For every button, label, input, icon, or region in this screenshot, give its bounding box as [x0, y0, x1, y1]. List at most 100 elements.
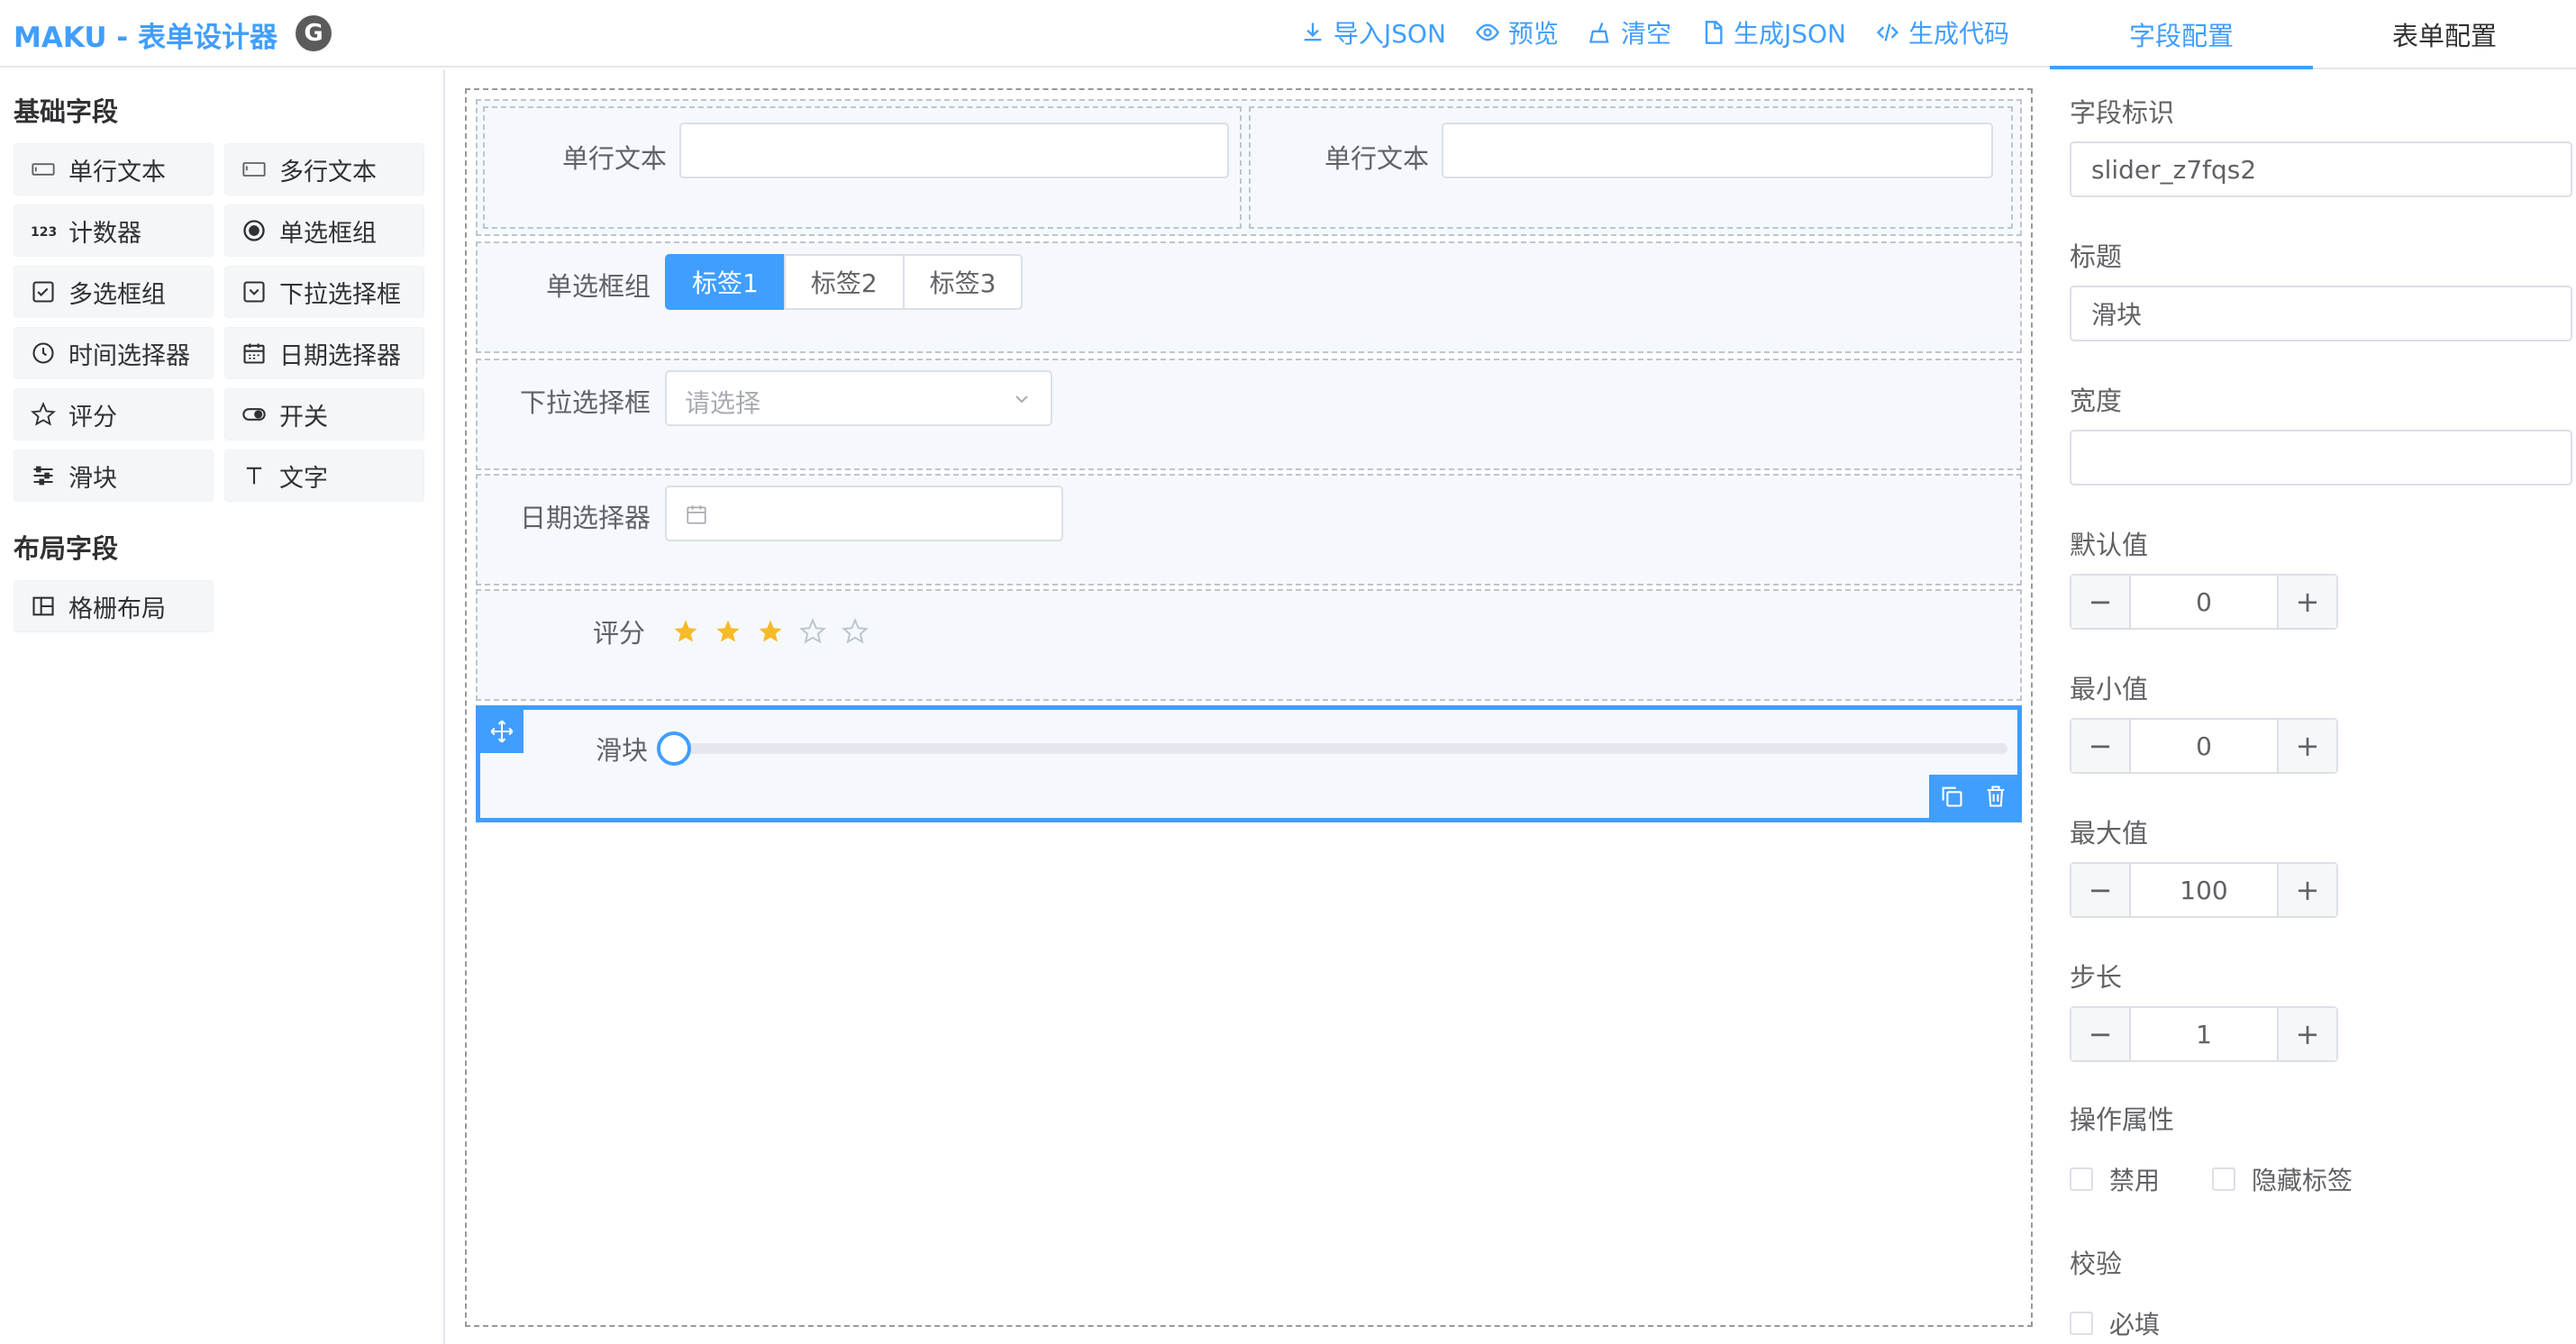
star-filled-icon[interactable]	[672, 618, 699, 645]
required-checkbox[interactable]: 必填	[2070, 1305, 2160, 1341]
text-icon	[246, 467, 262, 485]
palette-item-input[interactable]: 单行文本	[14, 143, 214, 195]
min-value-stepper: − 0 +	[2070, 718, 2338, 774]
stepper-value[interactable]: 1	[2131, 1008, 2277, 1060]
import-json-label: 导入JSON	[1333, 19, 1446, 49]
radio-icon	[243, 220, 265, 241]
palette-item-label: 滑块	[68, 464, 117, 493]
default-value-stepper: − 0 +	[2070, 574, 2338, 630]
preview-button[interactable]: 预览	[1475, 14, 1559, 50]
ops-attr-label: 操作属性	[2070, 1104, 2175, 1135]
stepper-value[interactable]: 0	[2131, 720, 2277, 772]
star-filled-icon[interactable]	[757, 618, 784, 645]
grid-column-2[interactable]: 单行文本	[1249, 106, 2013, 229]
palette-item-number[interactable]: 123 计数器	[14, 204, 214, 257]
radio-option-2[interactable]: 标签2	[783, 254, 905, 310]
palette-item-grid[interactable]: 格栅布局	[14, 580, 214, 632]
generate-code-label: 生成代码	[1907, 19, 2009, 49]
decrement-button[interactable]: −	[2071, 1008, 2131, 1060]
slider-handle[interactable]	[657, 731, 691, 766]
grid-icon	[32, 596, 54, 616]
width-input[interactable]	[2070, 430, 2572, 486]
drag-handle[interactable]	[480, 710, 523, 753]
palette-item-label: 开关	[279, 403, 328, 431]
stepper-value[interactable]: 0	[2131, 576, 2277, 628]
palette-item-select[interactable]: 下拉选择框	[224, 266, 424, 318]
app-header: MAKU - 表单设计器 G 导入JSON 预览 清空 生成JSON 生成代码	[0, 0, 2050, 68]
increment-button[interactable]: +	[2277, 864, 2336, 916]
layout-fields-title: 布局字段	[14, 533, 119, 564]
palette-item-label: 下拉选择框	[279, 280, 401, 309]
tab-form-config[interactable]: 表单配置	[2313, 0, 2576, 68]
date-row[interactable]: 日期选择器	[476, 474, 2022, 586]
grid-column-1[interactable]: 单行文本	[483, 106, 1242, 229]
slider-track[interactable]	[674, 743, 2007, 754]
star-filled-icon[interactable]	[715, 618, 742, 645]
config-tabs: 字段配置 表单配置	[2050, 0, 2576, 69]
checkbox-box[interactable]	[2212, 1167, 2235, 1191]
palette-item-checkbox[interactable]: 多选框组	[14, 266, 214, 318]
star-empty-icon[interactable]	[799, 618, 826, 645]
increment-button[interactable]: +	[2277, 720, 2336, 772]
radio-option-3[interactable]: 标签3	[902, 254, 1024, 310]
calendar-icon	[243, 343, 265, 364]
checkbox-box[interactable]	[2070, 1167, 2093, 1191]
increment-button[interactable]: +	[2277, 576, 2336, 628]
field-label: 下拉选择框	[520, 387, 651, 418]
chevron-down-icon	[1015, 395, 1028, 404]
checkbox-icon	[32, 281, 54, 303]
palette-item-radio[interactable]: 单选框组	[224, 204, 424, 257]
radio-row[interactable]: 单选框组 标签1 标签2 标签3	[476, 241, 2022, 353]
text-input[interactable]	[1442, 123, 1993, 178]
radio-option-1[interactable]: 标签1	[665, 254, 786, 310]
date-input[interactable]	[665, 486, 1063, 541]
slider-row-selected[interactable]: 滑块	[476, 705, 2022, 822]
rate-row[interactable]: 评分	[476, 589, 2022, 701]
palette-item-rate[interactable]: 评分	[14, 388, 214, 440]
import-json-button[interactable]: 导入JSON	[1300, 14, 1446, 50]
select-input[interactable]: 请选择	[665, 370, 1052, 426]
select-row[interactable]: 下拉选择框 请选择	[476, 359, 2022, 470]
github-logo-icon[interactable]: G	[296, 15, 332, 51]
code-icon	[1876, 23, 1899, 41]
rate-stars[interactable]	[672, 618, 869, 645]
grid-layout-row[interactable]: 单行文本 单行文本	[476, 99, 2022, 236]
field-label: 单选框组	[546, 271, 651, 302]
decrement-button[interactable]: −	[2071, 720, 2131, 772]
field-id-label: 字段标识	[2070, 97, 2175, 128]
palette-item-label: 计数器	[68, 219, 141, 248]
star-icon	[31, 402, 56, 426]
disabled-checkbox[interactable]: 禁用	[2070, 1161, 2160, 1197]
title-input[interactable]: 滑块	[2070, 286, 2572, 341]
decrement-button[interactable]: −	[2071, 864, 2131, 916]
palette-item-slider[interactable]: 滑块	[14, 450, 214, 502]
trash-icon[interactable]	[1983, 784, 2008, 809]
select-icon	[243, 281, 265, 303]
select-placeholder: 请选择	[685, 388, 761, 418]
input-icon	[32, 163, 55, 176]
palette-item-textarea[interactable]: 多行文本	[224, 143, 424, 195]
palette-item-time[interactable]: 时间选择器	[14, 327, 214, 379]
star-empty-icon[interactable]	[842, 618, 869, 645]
hide-label-checkbox[interactable]: 隐藏标签	[2212, 1161, 2353, 1197]
palette-item-date[interactable]: 日期选择器	[224, 327, 424, 379]
field-id-input[interactable]: slider_z7fqs2	[2070, 141, 2572, 197]
palette-item-text[interactable]: 文字	[224, 450, 424, 502]
clear-button[interactable]: 清空	[1588, 14, 1671, 50]
palette-item-label: 多行文本	[279, 158, 377, 186]
palette-item-switch[interactable]: 开关	[224, 388, 424, 440]
stepper-value[interactable]: 100	[2131, 864, 2277, 916]
validation-label: 校验	[2070, 1249, 2123, 1279]
generate-code-button[interactable]: 生成代码	[1875, 14, 2009, 50]
form-canvas[interactable]: 单行文本 单行文本 单选框组 标签1 标签2 标签3 下拉选择框 请选择 日期选…	[465, 88, 2033, 1327]
copy-icon[interactable]	[1939, 784, 1964, 809]
palette-item-label: 评分	[68, 403, 117, 431]
text-input[interactable]	[679, 123, 1229, 178]
generate-json-button[interactable]: 生成JSON	[1700, 14, 1846, 50]
tab-field-config[interactable]: 字段配置	[2050, 0, 2313, 69]
increment-button[interactable]: +	[2277, 1008, 2336, 1060]
decrement-button[interactable]: −	[2071, 576, 2131, 628]
slider-icon	[33, 466, 53, 486]
checkbox-box[interactable]	[2070, 1312, 2093, 1335]
checkbox-label: 禁用	[2109, 1166, 2161, 1195]
